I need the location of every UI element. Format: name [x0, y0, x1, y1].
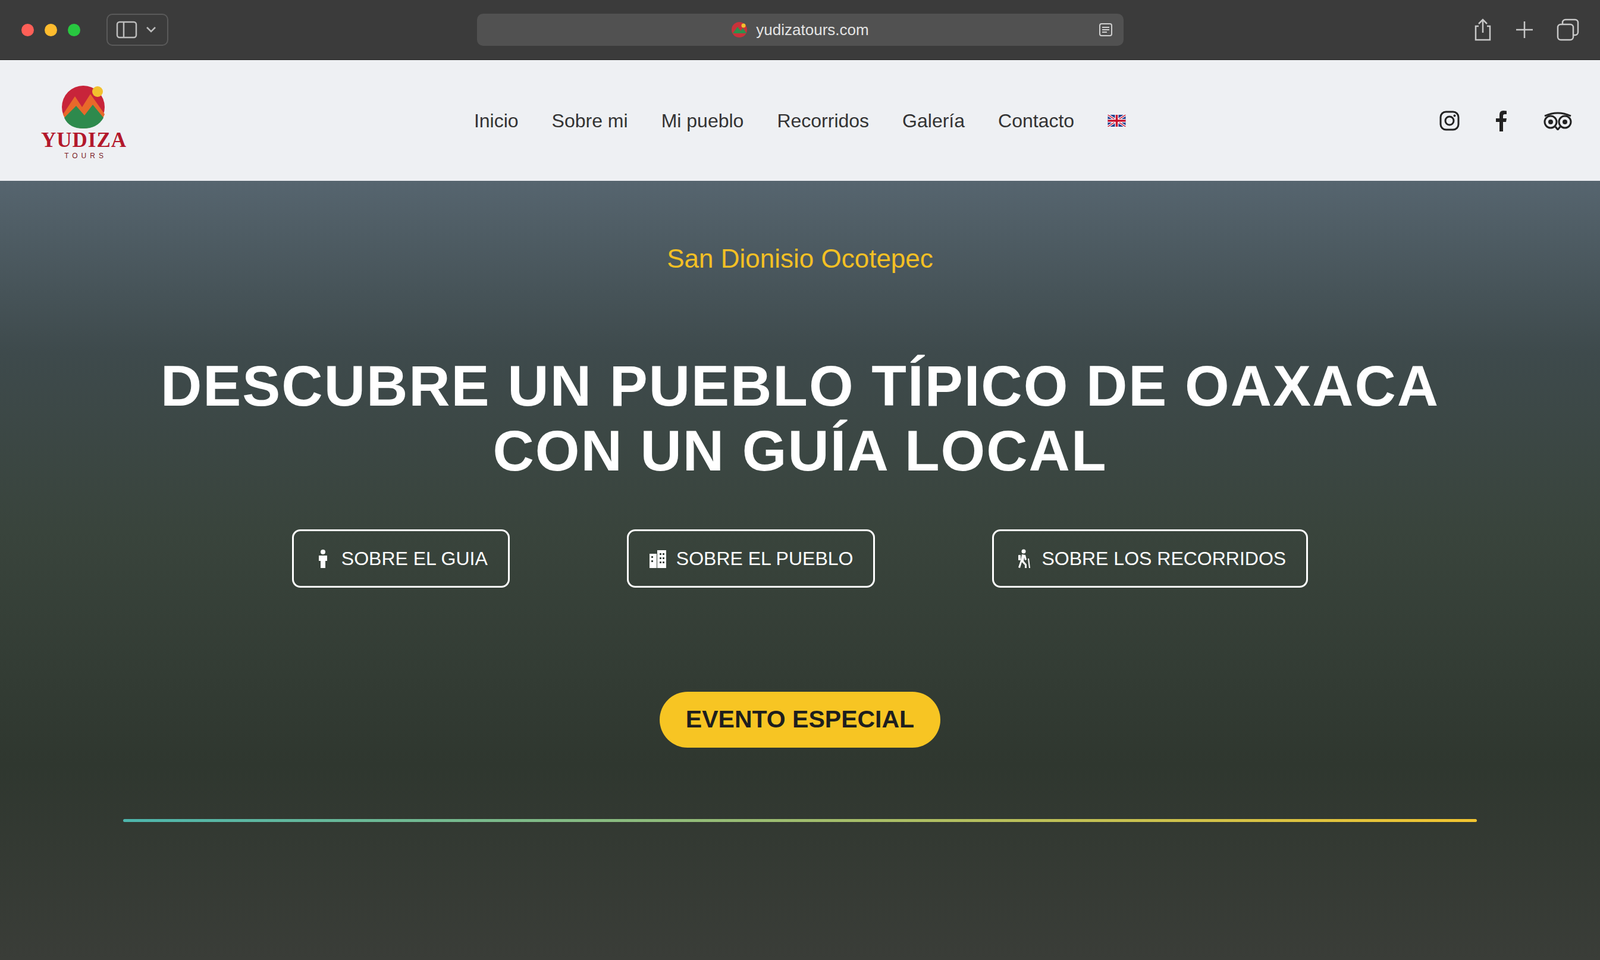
facebook-icon[interactable] [1495, 110, 1508, 132]
logo-name: YUDIZA [41, 129, 127, 151]
browser-toolbar: yudizatours.com [0, 0, 1600, 61]
special-event-button[interactable]: EVENTO ESPECIAL [659, 691, 941, 748]
instagram-icon[interactable] [1439, 110, 1460, 131]
hero-link-button[interactable]: SOBRE EL PUEBLO [626, 529, 876, 588]
chevron-down-icon [145, 26, 157, 34]
divider-line [123, 819, 1477, 823]
tripadvisor-icon[interactable] [1542, 111, 1573, 131]
close-icon[interactable] [21, 23, 34, 37]
reader-icon[interactable] [1097, 22, 1114, 38]
minimize-icon[interactable] [44, 23, 58, 37]
mountain-logo-icon [58, 82, 110, 130]
address-bar[interactable]: yudizatours.com [477, 13, 1124, 46]
hero-link-button[interactable]: SOBRE LOS RECORRIDOS [992, 529, 1308, 588]
location-name: San Dionisio Ocotepec [666, 243, 934, 275]
button-label: SOBRE EL GUIA [341, 544, 488, 573]
nav-link[interactable]: Sobre mi [551, 106, 629, 136]
nav-link[interactable]: Inicio [474, 106, 519, 136]
tabs-overview-icon[interactable] [1555, 17, 1580, 42]
sidebar-icon [115, 20, 138, 39]
favicon-icon [731, 21, 748, 39]
site-header: YUDIZA TOURS Inicio Sobre mi Mi pueblo Reco… [0, 60, 1600, 181]
nav-link[interactable]: Contacto [998, 106, 1075, 136]
button-label: SOBRE EL PUEBLO [676, 544, 854, 573]
heading-line: DESCUBRE UN PUEBLO TÍPICO DE OAXACA [160, 353, 1440, 419]
zoom-icon[interactable] [67, 23, 81, 37]
button-label: SOBRE LOS RECORRIDOS [1041, 544, 1286, 573]
heading-line: CON UN GUÍA LOCAL [160, 418, 1440, 483]
logo-tagline: TOURS [60, 152, 108, 160]
site-logo[interactable]: YUDIZA TOURS [41, 82, 127, 160]
buildings-icon [648, 548, 667, 569]
hiker-icon [1014, 548, 1032, 569]
hero-heading: DESCUBRE UN PUEBLO TÍPICO DE OAXACACON U… [160, 353, 1440, 483]
nav-link[interactable]: Mi pueblo [661, 106, 745, 136]
hero-link-button[interactable]: SOBRE EL GUIA [292, 529, 510, 588]
uk-flag-icon[interactable] [1107, 114, 1126, 127]
person-icon [314, 548, 332, 569]
hero-section: San Dionisio Ocotepec DESCUBRE UN PUEBLO… [0, 180, 1600, 960]
nav-link[interactable]: Recorridos [776, 106, 869, 136]
new-tab-icon[interactable] [1514, 19, 1535, 40]
main-nav: Inicio Sobre mi Mi pueblo Recorridos Galería… [474, 106, 1126, 136]
sidebar-button[interactable] [106, 13, 169, 46]
share-icon[interactable] [1472, 17, 1493, 42]
url-text: yudizatours.com [755, 18, 869, 42]
nav-link[interactable]: Galería [902, 106, 965, 136]
window-controls [0, 23, 81, 37]
